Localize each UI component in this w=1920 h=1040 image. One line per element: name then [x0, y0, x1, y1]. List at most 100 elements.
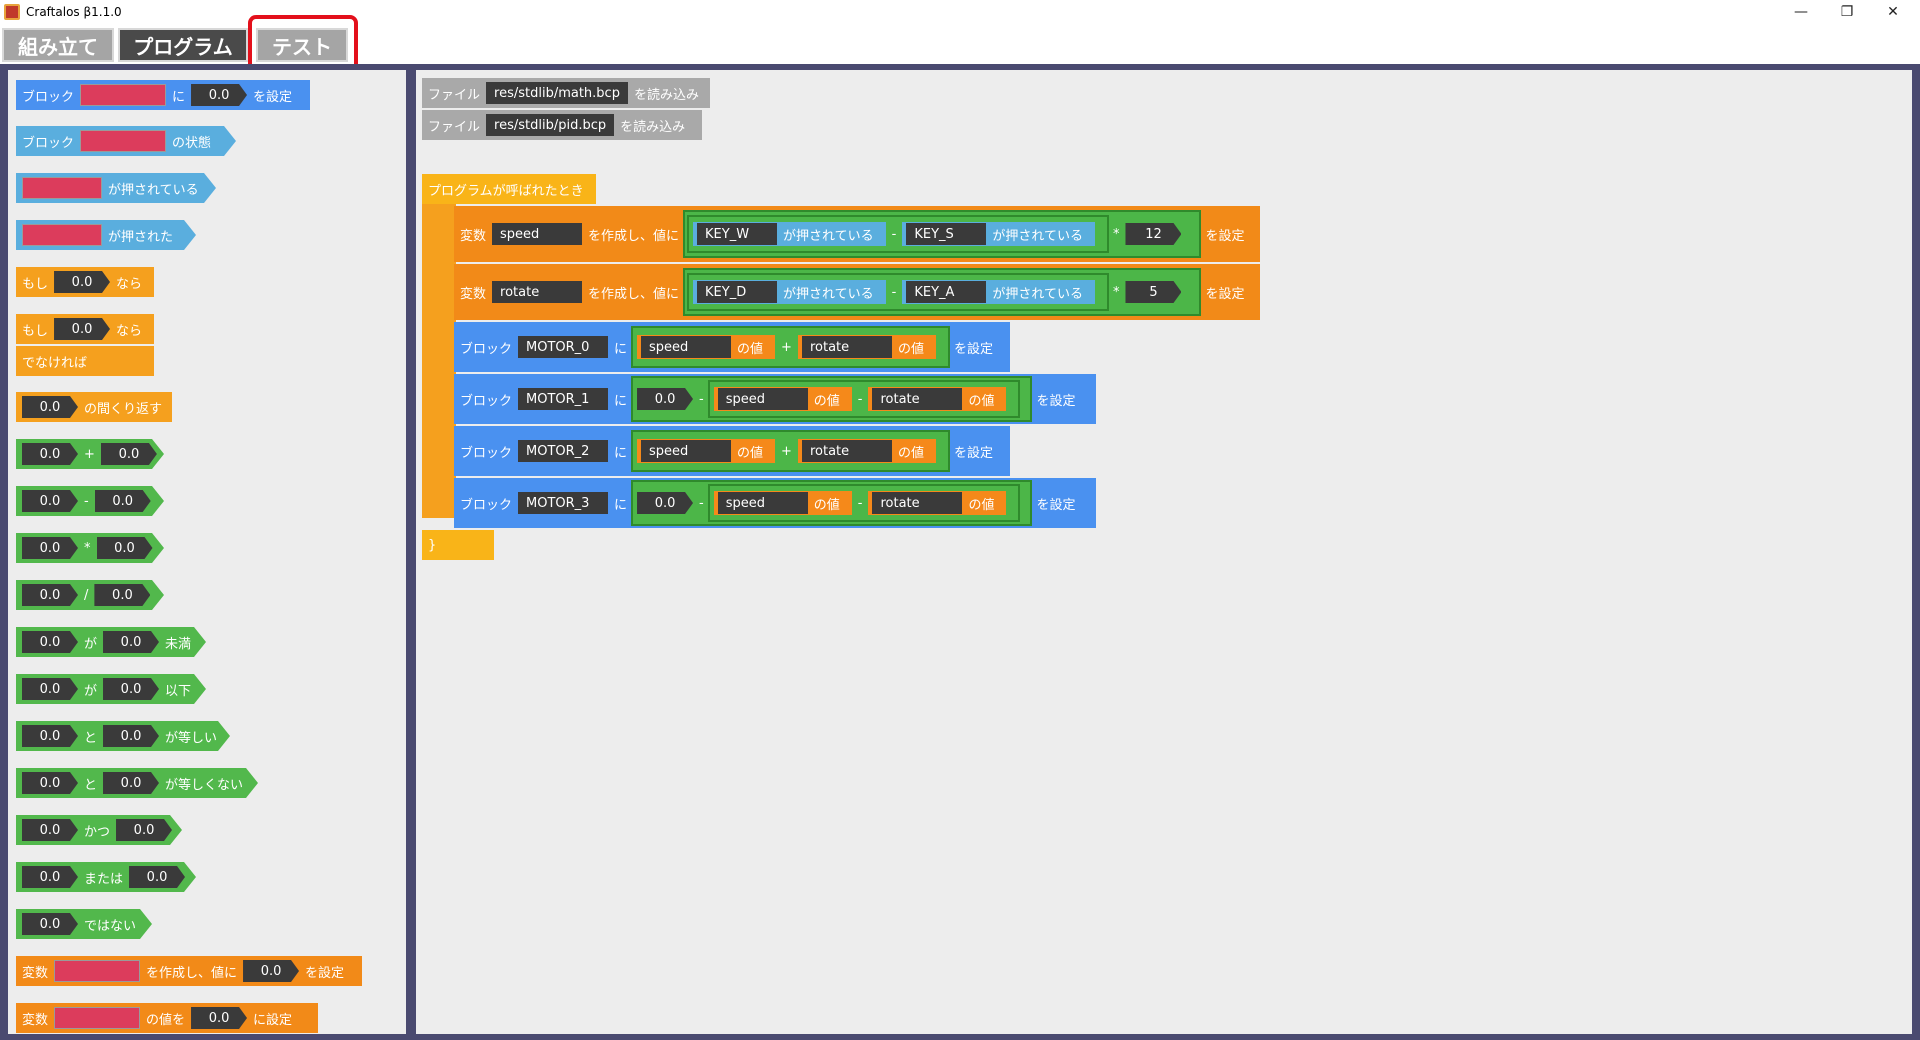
create-var-rotate[interactable]: 変数 rotate を作成し、値に KEY_D が押されている - KEY_A … — [454, 264, 1260, 320]
subtract-expression[interactable]: 0.0 - speed の値 - rotate の値 — [631, 480, 1033, 526]
set-motor-3[interactable]: ブロック MOTOR_3 に 0.0 - speed の値 - rotate の… — [454, 478, 1096, 528]
file-import-pid[interactable]: ファイル res/stdlib/pid.bcp を読み込み — [422, 110, 702, 140]
var-ref[interactable]: speed — [641, 336, 732, 358]
right-operand[interactable]: 0.0 — [116, 819, 172, 841]
left-operand[interactable]: 0.0 — [22, 537, 78, 559]
left-operand[interactable]: 0.0 — [22, 819, 78, 841]
var-name-slot[interactable] — [54, 1007, 141, 1029]
palette-block-if-else[interactable]: もし 0.0 なら — [16, 314, 154, 344]
palette-block-create-var[interactable]: 変数 を作成し、値に 0.0 を設定 — [16, 956, 362, 986]
right-operand[interactable]: 0.0 — [97, 537, 153, 559]
function-end-block[interactable]: } — [422, 530, 494, 560]
palette-block-add[interactable]: 0.0 + 0.0 — [16, 439, 164, 469]
palette-block-multiply[interactable]: 0.0 * 0.0 — [16, 533, 164, 563]
left-operand[interactable]: 0.0 — [22, 678, 78, 700]
zero-slot[interactable]: 0.0 — [637, 492, 693, 514]
right-operand[interactable]: 0.0 — [95, 490, 151, 512]
left-operand[interactable]: 0.0 — [22, 725, 78, 747]
var-value-expression[interactable]: rotate の値 — [868, 491, 1007, 515]
on-call-block[interactable]: プログラムが呼ばれたとき — [422, 174, 596, 204]
left-operand[interactable]: 0.0 — [22, 772, 78, 794]
palette-block-key-pressed[interactable]: が押されている — [16, 173, 216, 203]
key-slot[interactable] — [22, 224, 102, 246]
var-value-expression[interactable]: speed の値 — [713, 491, 852, 515]
value-slot[interactable]: 0.0 — [191, 84, 247, 106]
condition-slot[interactable]: 0.0 — [54, 271, 110, 293]
palette-block-less-than[interactable]: 0.0 が 0.0 未満 — [16, 627, 206, 657]
palette-block-else[interactable]: でなければ — [16, 346, 154, 376]
block-slot[interactable] — [80, 130, 166, 152]
condition-slot[interactable]: 0.0 — [54, 318, 110, 340]
left-operand[interactable]: 0.0 — [22, 490, 78, 512]
file-path[interactable]: res/stdlib/pid.bcp — [486, 114, 615, 136]
left-operand[interactable]: 0.0 — [22, 584, 78, 606]
palette-block-set-block[interactable]: ブロック に 0.0 を設定 — [16, 80, 310, 110]
palette-block-not[interactable]: 0.0 ではない — [16, 909, 152, 939]
palette-block-subtract[interactable]: 0.0 - 0.0 — [16, 486, 164, 516]
add-expression[interactable]: speed の値 + rotate の値 — [631, 430, 950, 472]
program-editor[interactable]: ファイル res/stdlib/math.bcp を読み込み ファイル res/… — [416, 70, 1912, 1034]
minimize-button[interactable]: — — [1778, 0, 1824, 24]
value-slot[interactable]: 0.0 — [243, 960, 299, 982]
right-operand[interactable]: 0.0 — [94, 584, 150, 606]
close-button[interactable]: ✕ — [1870, 0, 1916, 24]
palette-block-and[interactable]: 0.0 かつ 0.0 — [16, 815, 182, 845]
add-expression[interactable]: speed の値 - rotate の値 — [707, 380, 1021, 418]
var-value-expression[interactable]: speed の値 — [637, 439, 776, 463]
var-ref[interactable]: rotate — [801, 336, 892, 358]
var-name[interactable]: rotate — [492, 281, 583, 303]
multiplier-slot[interactable]: 5 — [1125, 281, 1181, 303]
block-palette[interactable]: ブロック に 0.0 を設定 ブロック の状態 が押されている が押された もし… — [8, 70, 406, 1034]
zero-slot[interactable]: 0.0 — [637, 388, 693, 410]
var-name-slot[interactable] — [54, 960, 141, 982]
key-pressed-expression[interactable]: KEY_A が押されている — [902, 280, 1095, 304]
palette-block-divide[interactable]: 0.0 / 0.0 — [16, 580, 164, 610]
file-path[interactable]: res/stdlib/math.bcp — [486, 82, 628, 104]
right-operand[interactable]: 0.0 — [129, 866, 185, 888]
tab-assemble[interactable]: 組み立て — [2, 28, 114, 62]
var-value-expression[interactable]: speed の値 — [713, 387, 852, 411]
var-name[interactable]: speed — [492, 223, 583, 245]
maximize-button[interactable]: ❐ — [1824, 0, 1870, 24]
add-expression[interactable]: speed の値 - rotate の値 — [707, 484, 1021, 522]
palette-block-equals[interactable]: 0.0 と 0.0 が等しい — [16, 721, 230, 751]
add-expression[interactable]: speed の値 + rotate の値 — [631, 326, 950, 368]
palette-block-not-equals[interactable]: 0.0 と 0.0 が等しくない — [16, 768, 258, 798]
right-operand[interactable]: 0.0 — [103, 631, 159, 653]
var-value-expression[interactable]: rotate の値 — [797, 439, 936, 463]
multiplier-slot[interactable]: 12 — [1125, 223, 1181, 245]
right-operand[interactable]: 0.0 — [101, 443, 157, 465]
var-value-expression[interactable]: speed の値 — [637, 335, 776, 359]
subtract-expression[interactable]: KEY_D が押されている - KEY_A が押されている — [687, 273, 1109, 311]
var-ref[interactable]: speed — [641, 440, 732, 462]
key-slot[interactable]: KEY_D — [697, 281, 778, 303]
key-pressed-expression[interactable]: KEY_S が押されている — [902, 222, 1095, 246]
palette-block-state[interactable]: ブロック の状態 — [16, 126, 236, 156]
value-slot[interactable]: 0.0 — [191, 1007, 247, 1029]
multiply-expression[interactable]: KEY_D が押されている - KEY_A が押されている * 5 — [683, 268, 1202, 316]
left-operand[interactable]: 0.0 — [22, 866, 78, 888]
file-import-math[interactable]: ファイル res/stdlib/math.bcp を読み込み — [422, 78, 710, 108]
set-motor-2[interactable]: ブロック MOTOR_2 に speed の値 + rotate の値 を設定 — [454, 426, 1010, 476]
key-slot[interactable]: KEY_W — [697, 223, 778, 245]
left-operand[interactable]: 0.0 — [22, 443, 78, 465]
palette-block-if[interactable]: もし 0.0 なら — [16, 267, 154, 297]
motor-slot[interactable]: MOTOR_2 — [518, 440, 609, 462]
palette-block-key-was-pressed[interactable]: が押された — [16, 220, 196, 250]
key-slot[interactable] — [22, 177, 102, 199]
key-slot[interactable]: KEY_A — [906, 281, 987, 303]
var-ref[interactable]: speed — [717, 388, 808, 410]
var-ref[interactable]: rotate — [872, 388, 963, 410]
var-value-expression[interactable]: rotate の値 — [797, 335, 936, 359]
set-motor-0[interactable]: ブロック MOTOR_0 に speed の値 + rotate の値 を設定 — [454, 322, 1010, 372]
key-pressed-expression[interactable]: KEY_W が押されている — [693, 222, 886, 246]
subtract-expression[interactable]: 0.0 - speed の値 - rotate の値 — [631, 376, 1033, 422]
motor-slot[interactable]: MOTOR_0 — [518, 336, 609, 358]
tab-program[interactable]: プログラム — [118, 28, 248, 62]
condition-slot[interactable]: 0.0 — [22, 396, 78, 418]
var-value-expression[interactable]: rotate の値 — [868, 387, 1007, 411]
left-operand[interactable]: 0.0 — [22, 631, 78, 653]
var-ref[interactable]: rotate — [801, 440, 892, 462]
var-ref[interactable]: rotate — [872, 492, 963, 514]
right-operand[interactable]: 0.0 — [103, 678, 159, 700]
